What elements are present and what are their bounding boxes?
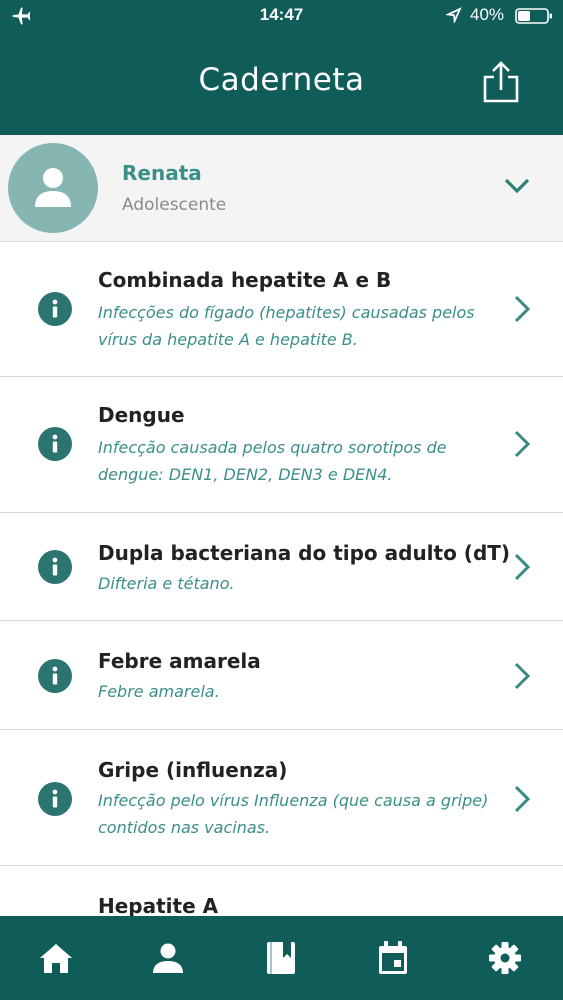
vaccine-title: Hepatite A: [98, 894, 219, 918]
chevron-right-icon[interactable]: [511, 294, 533, 324]
vaccine-item-dengue[interactable]: Dengue Infecção causada pelos quatro sor…: [0, 377, 563, 513]
info-icon[interactable]: [38, 782, 72, 816]
vaccine-item-dupla-bacteriana[interactable]: Dupla bacteriana do tipo adulto (dT) Dif…: [0, 513, 563, 621]
vaccine-description: Infecção pelo vírus Influenza (que causa…: [98, 791, 489, 837]
gear-icon[interactable]: [485, 938, 525, 978]
avatar: [8, 143, 98, 233]
vaccine-description: Infecção causada pelos quatro sorotipos …: [98, 438, 447, 484]
chevron-right-icon[interactable]: [511, 661, 533, 691]
info-icon[interactable]: [38, 659, 72, 693]
vaccine-description: Difteria e tétano.: [98, 574, 235, 593]
vaccine-list: Combinada hepatite A e B Infecções do fí…: [0, 242, 563, 926]
vaccine-item-gripe[interactable]: Gripe (influenza) Infecção pelo vírus In…: [0, 730, 563, 866]
status-bar: 14:47 40%: [0, 0, 563, 32]
chevron-down-icon[interactable]: [503, 175, 531, 197]
vaccine-title: Dengue: [98, 403, 185, 427]
battery-icon: [515, 8, 552, 24]
profile-selector[interactable]: Renata Adolescente: [0, 135, 563, 242]
page-title: Caderneta: [198, 62, 365, 98]
vaccine-item-hepatite-a-b[interactable]: Combinada hepatite A e B Infecções do fí…: [0, 242, 563, 377]
info-icon[interactable]: [38, 427, 72, 461]
location-arrow-icon: [446, 7, 462, 23]
share-button[interactable]: [482, 60, 520, 104]
book-icon[interactable]: [261, 938, 301, 978]
vaccine-title: Gripe (influenza): [98, 758, 288, 782]
info-icon[interactable]: [38, 550, 72, 584]
vaccine-description: Infecções do fígado (hepatites) causadas…: [98, 303, 475, 349]
calendar-icon[interactable]: [373, 938, 413, 978]
vaccine-title: Dupla bacteriana do tipo adulto (dT): [98, 541, 511, 565]
battery-percentage: 40%: [470, 5, 505, 24]
chevron-right-icon[interactable]: [511, 429, 533, 459]
info-icon[interactable]: [38, 292, 72, 326]
home-icon[interactable]: [36, 938, 76, 978]
profile-name: Renata: [122, 161, 202, 185]
person-icon[interactable]: [148, 938, 188, 978]
chevron-right-icon[interactable]: [511, 552, 533, 582]
tab-bar: [0, 916, 563, 1000]
vaccine-description: Febre amarela.: [98, 682, 220, 701]
person-icon: [35, 168, 71, 207]
chevron-right-icon[interactable]: [511, 784, 533, 814]
vaccine-title: Combinada hepatite A e B: [98, 268, 392, 292]
navigation-bar: Caderneta: [0, 32, 563, 135]
vaccine-item-febre-amarela[interactable]: Febre amarela Febre amarela.: [0, 621, 563, 730]
profile-category: Adolescente: [122, 195, 227, 215]
vaccine-title: Febre amarela: [98, 649, 261, 673]
